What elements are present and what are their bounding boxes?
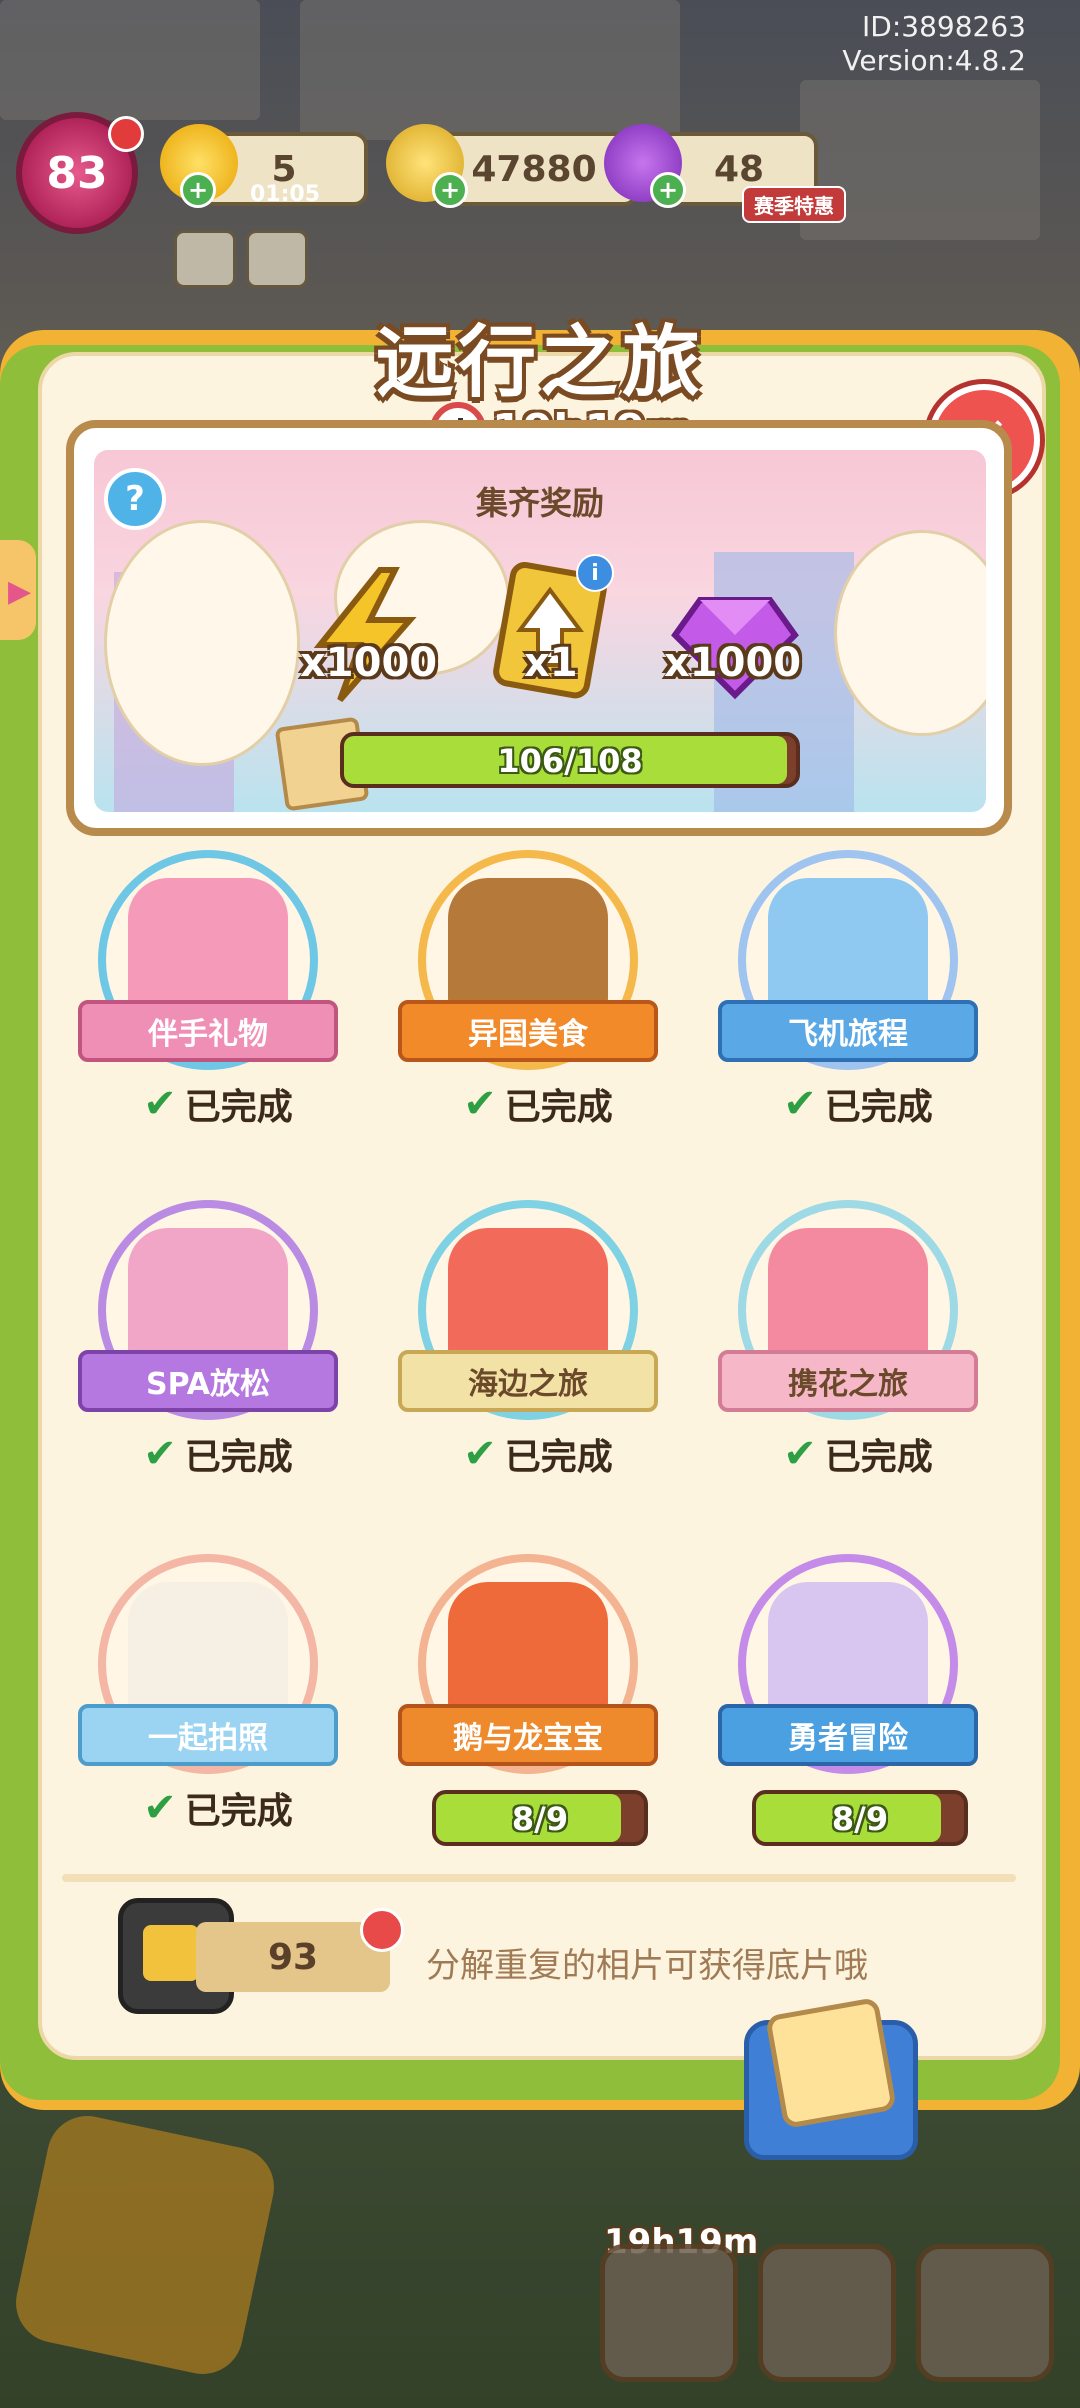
checkmark-icon: ✔ (463, 1431, 497, 1477)
reward-qty-gems: x1000 (664, 640, 802, 686)
album-progress-text: 8/9 (831, 1800, 889, 1838)
panel-title: 远行之旅 (375, 318, 704, 408)
add-gems-button[interactable]: + (650, 172, 686, 208)
friend-slot-button[interactable] (916, 2244, 1054, 2382)
album-name: 携花之旅 (718, 1350, 978, 1412)
energy-bolt-button[interactable] (8, 2108, 282, 2382)
collection-progress-text: 106/108 (497, 742, 643, 780)
album-card[interactable]: 携花之旅 ✔ 已完成 (718, 1200, 978, 1480)
album-card[interactable]: 一起拍照 ✔ 已完成 (78, 1554, 338, 1834)
settings-button[interactable] (174, 230, 236, 288)
season-offer-badge[interactable]: 赛季特惠 (742, 186, 846, 223)
album-status: ✔ 已完成 (428, 1428, 648, 1480)
album-progress-text: 8/9 (511, 1800, 569, 1838)
duck-character (104, 520, 300, 766)
album-status: ✔ 已完成 (428, 1078, 648, 1130)
reward-qty-energy: x1000 (300, 640, 438, 686)
album-card[interactable]: 飞机旅程 ✔ 已完成 (718, 850, 978, 1130)
album-status-text: 已完成 (184, 1437, 293, 1478)
album-card[interactable]: 异国美食 ✔ 已完成 (398, 850, 658, 1130)
film-count-value: 93 (267, 1936, 319, 1978)
gem-value: 48 (713, 148, 765, 190)
album-name: 海边之旅 (398, 1350, 658, 1412)
checkmark-icon: ✔ (783, 1431, 817, 1477)
album-status: ✔ 已完成 (108, 1428, 328, 1480)
album-status-text: 已完成 (184, 1791, 293, 1832)
build-info: ID:3898263 Version:4.8.2 (842, 10, 1026, 78)
album-name: 伴手礼物 (78, 1000, 338, 1062)
album-status-text: 已完成 (184, 1087, 293, 1128)
checkmark-icon: ✔ (143, 1785, 177, 1831)
album-status: ✔ 已完成 (108, 1078, 328, 1130)
add-coins-button[interactable]: + (432, 172, 468, 208)
album-card[interactable]: 勇者冒险 8/9 (718, 1554, 978, 1846)
checkmark-icon: ✔ (463, 1081, 497, 1127)
album-status: ✔ 已完成 (748, 1428, 968, 1480)
user-id-text: ID:3898263 (862, 10, 1026, 43)
lightning-icon (290, 560, 440, 710)
album-status: ✔ 已完成 (748, 1078, 968, 1130)
album-status: ✔ 已完成 (108, 1782, 328, 1834)
collection-progress-bar: 106/108 (340, 732, 800, 788)
album-name: 鹅与龙宝宝 (398, 1704, 658, 1766)
add-energy-button[interactable]: + (180, 172, 216, 208)
level-notification-dot (108, 116, 144, 152)
album-name: SPA放松 (78, 1350, 338, 1412)
checkmark-icon: ✔ (143, 1081, 177, 1127)
energy-refill-timer: 01:05 (250, 182, 321, 207)
coin-value: 47880 (471, 148, 597, 190)
info-icon[interactable]: i (576, 554, 614, 592)
duck-character (834, 530, 986, 736)
gem-icon (660, 560, 810, 710)
album-name: 勇者冒险 (718, 1704, 978, 1766)
album-status-text: 已完成 (504, 1087, 613, 1128)
album-card[interactable]: 鹅与龙宝宝 8/9 (398, 1554, 658, 1846)
mystery-slot-button[interactable] (758, 2244, 896, 2382)
album-slot-button[interactable] (600, 2244, 738, 2382)
album-status-text: 已完成 (824, 1087, 933, 1128)
reward-qty-card: x1 (524, 640, 578, 686)
album-name: 异国美食 (398, 1000, 658, 1062)
album-progress-bar: 8/9 (752, 1790, 968, 1846)
photo-stack-icon (764, 1996, 898, 2130)
section-divider (62, 1874, 1016, 1882)
album-card[interactable]: SPA放松 ✔ 已完成 (78, 1200, 338, 1480)
checkmark-icon: ✔ (143, 1431, 177, 1477)
album-name: 一起拍照 (78, 1704, 338, 1766)
reward-banner-label: 集齐奖励 (475, 484, 604, 522)
chevron-right-icon: ▶ (8, 574, 32, 609)
checkmark-icon: ✔ (783, 1081, 817, 1127)
version-text: Version:4.8.2 (842, 44, 1026, 77)
album-name: 飞机旅程 (718, 1000, 978, 1062)
mail-button[interactable] (246, 230, 308, 288)
album-status-text: 已完成 (824, 1437, 933, 1478)
album-card[interactable]: 海边之旅 ✔ 已完成 (398, 1200, 658, 1480)
album-status-text: 已完成 (504, 1437, 613, 1478)
hint-text: 分解重复的相片可获得底片哦 (426, 1946, 868, 1986)
album-progress-bar: 8/9 (432, 1790, 648, 1846)
album-card[interactable]: 伴手礼物 ✔ 已完成 (78, 850, 338, 1130)
film-notification-dot (360, 1908, 404, 1952)
